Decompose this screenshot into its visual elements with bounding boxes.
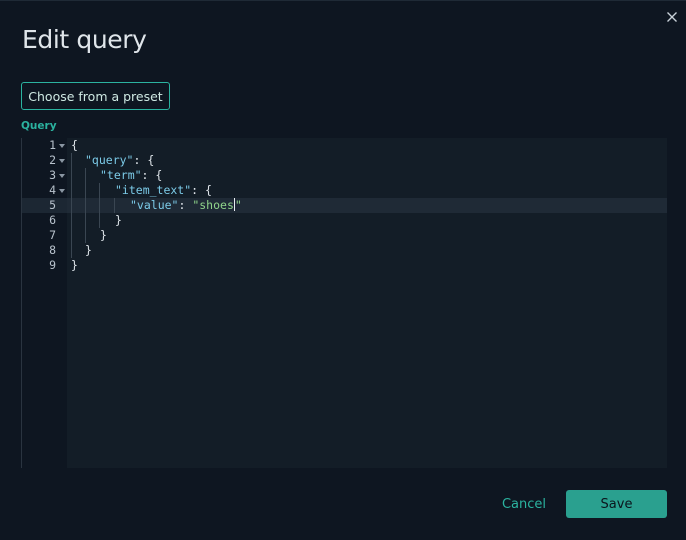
code-line: { bbox=[71, 138, 78, 153]
line-number: 1 bbox=[49, 138, 56, 152]
code-text: : { bbox=[141, 168, 163, 182]
line-number: 7 bbox=[49, 228, 56, 242]
line-number: 5 bbox=[49, 198, 56, 212]
code-line: } bbox=[71, 258, 78, 273]
code-line: "term": { bbox=[100, 168, 162, 183]
code-text: : { bbox=[191, 183, 212, 197]
code-line: "query": { bbox=[85, 153, 154, 168]
json-key: "term" bbox=[100, 168, 142, 182]
code-text: : bbox=[178, 198, 193, 212]
query-editor[interactable]: 1 2 3 4 5 6 7 8 9 { "query": { "term": {… bbox=[21, 138, 667, 468]
code-line: } bbox=[115, 213, 122, 228]
code-line: } bbox=[100, 228, 107, 243]
code-text: { bbox=[71, 138, 78, 152]
line-number: 3 bbox=[49, 168, 56, 182]
edit-query-dialog: Edit query Choose from a preset Query 1 … bbox=[0, 0, 686, 540]
indent-guide bbox=[71, 153, 72, 258]
editor-gutter: 1 2 3 4 5 6 7 8 9 bbox=[21, 138, 68, 468]
fold-toggle-icon[interactable] bbox=[59, 189, 65, 193]
dialog-title: Edit query bbox=[22, 25, 147, 54]
json-string-value: "shoes bbox=[192, 198, 234, 212]
code-text: : { bbox=[133, 153, 155, 167]
json-key: "value" bbox=[130, 198, 179, 212]
indent-guide bbox=[85, 168, 86, 243]
line-number: 6 bbox=[49, 213, 56, 227]
query-label: Query bbox=[21, 120, 57, 132]
json-key: "item_text" bbox=[115, 183, 192, 197]
close-icon bbox=[667, 12, 677, 22]
code-text: } bbox=[85, 243, 92, 257]
save-button[interactable]: Save bbox=[566, 490, 667, 518]
json-string-quote: " bbox=[234, 198, 242, 212]
indent-guide bbox=[114, 198, 115, 213]
cancel-button[interactable]: Cancel bbox=[494, 490, 554, 518]
line-number: 4 bbox=[49, 183, 56, 197]
code-text: } bbox=[71, 258, 78, 272]
fold-toggle-icon[interactable] bbox=[59, 159, 65, 163]
fold-toggle-icon[interactable] bbox=[59, 174, 65, 178]
line-number: 2 bbox=[49, 153, 56, 167]
code-text: } bbox=[115, 213, 122, 227]
code-line: "value": "shoes" bbox=[130, 198, 242, 213]
code-line: "item_text": { bbox=[115, 183, 212, 198]
close-button[interactable] bbox=[664, 9, 680, 25]
json-key: "query" bbox=[85, 153, 134, 167]
code-text: } bbox=[100, 228, 107, 242]
indent-guide bbox=[99, 183, 100, 228]
line-number: 9 bbox=[49, 258, 56, 272]
code-line: } bbox=[85, 243, 92, 258]
fold-toggle-icon[interactable] bbox=[59, 144, 65, 148]
choose-preset-button[interactable]: Choose from a preset bbox=[21, 82, 170, 110]
line-number: 8 bbox=[49, 243, 56, 257]
